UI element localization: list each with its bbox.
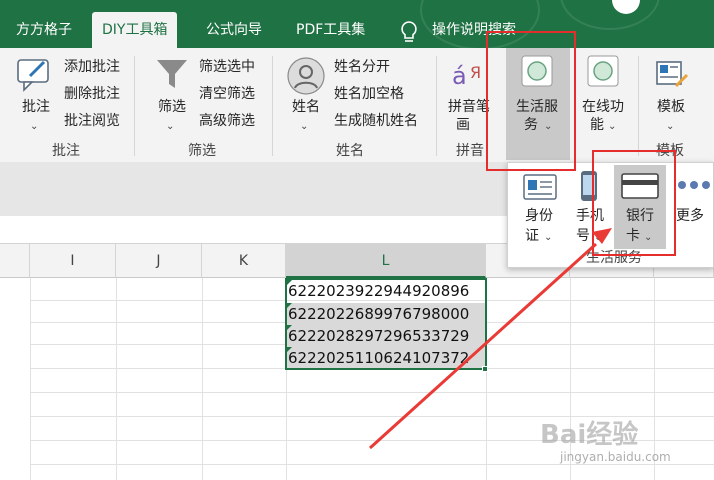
excel-window: 方方格子 DIY工具箱 公式向导 PDF工具集 操作说明搜索 批注 ⌄ 添加批注… — [0, 0, 714, 480]
red-arrow-icon — [368, 228, 612, 450]
watermark-logo: Bai经验 — [540, 420, 639, 450]
watermark-url: jingyan.baidu.com — [560, 450, 671, 464]
